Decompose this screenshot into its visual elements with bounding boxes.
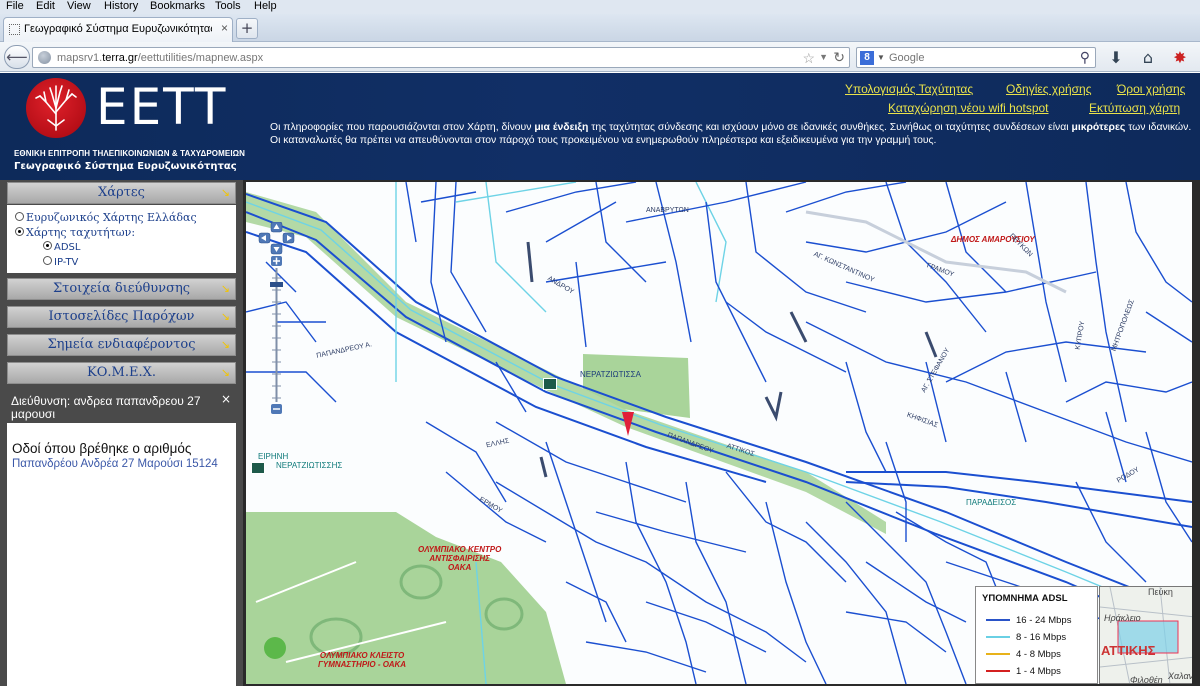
arrow-icon: ↘ (220, 338, 230, 351)
navigation-toolbar: ⟵ mapsrv1.terra.gr/eettutilities/mapnew.… (0, 42, 1200, 72)
legend-title: ΥΠΟΜΝΗΜΑ ADSL (982, 593, 1068, 604)
overview-label: ΑΤΤΙΚΗΣ (1101, 643, 1156, 658)
legend-item: 8 - 16 Mbps (986, 632, 1066, 643)
legend-item: 16 - 24 Mbps (986, 615, 1071, 626)
overview-label: Χαλαν (1168, 671, 1192, 681)
address-details-header[interactable]: Στοιχεία διεύθυνσης ↘ (7, 278, 236, 300)
logo-wordmark: EETT (96, 78, 228, 136)
home-icon[interactable]: ⌂ (1138, 48, 1158, 67)
search-input[interactable] (889, 50, 1069, 65)
back-button[interactable]: ⟵ (4, 45, 30, 69)
option-iptv[interactable]: IP-TV (43, 256, 78, 268)
address-result-link[interactable]: Παπανδρέου Ανδρέα 27 Μαρούσι 15124 (12, 458, 232, 471)
menu-file[interactable]: File (6, 0, 24, 13)
poi-oaka-tennis-center: ΟΛΥΜΠΙΑΚΟ ΚΕΝΤΡΟ ΑΝΤΙΣΦΑΙΡΙΣΗΣ ΟΑΚΑ (418, 545, 502, 572)
map-legend: ΥΠΟΜΝΗΜΑ ADSL 16 - 24 Mbps 8 - 16 Mbps 4… (975, 586, 1098, 684)
results-heading: Οδοί όπου βρέθηκε ο αριθμός (12, 441, 192, 456)
legend-item: 4 - 8 Mbps (986, 649, 1061, 660)
legend-swatch (986, 670, 1010, 673)
place-label-neratziotissis: ΝΕΡΑΤΖΙΩΤΙΣΣΗΣ (276, 461, 343, 470)
option-broadband-map[interactable]: Ευρυζωνικός Χάρτης Ελλάδας (15, 211, 197, 224)
provider-sites-header[interactable]: Ιστοσελίδες Παρόχων ↘ (7, 306, 236, 328)
radio-icon[interactable] (15, 212, 24, 221)
location-marker-icon[interactable] (622, 412, 634, 436)
menu-view[interactable]: View (67, 0, 91, 13)
legend-swatch (986, 653, 1010, 656)
overview-label: Φιλοθέη (1130, 675, 1163, 684)
legend-swatch (986, 619, 1010, 622)
maps-section-header[interactable]: Χάρτες ↘ (7, 182, 236, 204)
points-of-interest-header[interactable]: Σημεία ενδιαφέροντος ↘ (7, 334, 236, 356)
option-adsl[interactable]: ADSL (43, 241, 80, 253)
arrow-icon: ↘ (220, 366, 230, 379)
place-label-eirini: ΕΙΡΗΝΗ (258, 452, 289, 461)
place-label-paradeisos: ΠΑΡΑΔΕΙΣΟΣ (966, 498, 1017, 507)
addon-icon[interactable]: ✸ (1170, 48, 1190, 67)
org-name: ΕΘΝΙΚΗ ΕΠΙΤΡΟΠΗ ΤΗΛΕΠΙΚΟΙΝΩΝΙΩΝ & ΤΑΧΥΔΡ… (14, 149, 246, 158)
search-icon[interactable]: ⚲ (1080, 49, 1090, 66)
arrow-icon: ↘ (220, 310, 230, 323)
arrow-icon: ↘ (220, 282, 230, 295)
zoom-slider-handle[interactable] (270, 282, 283, 287)
history-dropdown-icon[interactable]: ▼ (819, 52, 828, 62)
map-frame: ΔΗΜΟΣ ΑΜΑΡΟΥΣΙΟΥ ΠΑΡΑΔΕΙΣΟΣ ΝΕΡΑΤΖΙΩΤΙΣΣ… (243, 180, 1200, 686)
url-bar[interactable]: mapsrv1.terra.gr/eettutilities/mapnew.as… (32, 47, 850, 68)
arrow-icon: ↘ (220, 186, 230, 199)
pan-zoom-control (256, 221, 298, 422)
legend-item: 1 - 4 Mbps (986, 666, 1061, 677)
tab-title: Γεωγραφικό Σύστημα Ευρυζωνικότητας ΕΕ... (24, 23, 212, 35)
system-name: Γεωγραφικό Σύστημα Ευρυζωνικότητας (14, 161, 237, 172)
menu-help[interactable]: Help (254, 0, 277, 13)
close-tab-icon[interactable]: × (221, 21, 228, 35)
browser-menubar: File Edit View History Bookmarks Tools H… (0, 0, 1200, 14)
legend-swatch (986, 636, 1010, 639)
park-icon (264, 637, 286, 659)
map-canvas[interactable]: ΔΗΜΟΣ ΑΜΑΡΟΥΣΙΟΥ ΠΑΡΑΔΕΙΣΟΣ ΝΕΡΑΤΖΙΩΤΙΣΣ… (246, 182, 1192, 684)
download-icon[interactable]: ⬇ (1106, 48, 1126, 67)
speed-calc-link[interactable]: Υπολογισμός Ταχύτητας (845, 82, 973, 96)
radio-icon[interactable] (43, 256, 52, 265)
bookmark-star-icon[interactable]: ☆ (802, 50, 815, 67)
url-text: mapsrv1.terra.gr/eettutilities/mapnew.as… (57, 52, 264, 64)
search-bar[interactable]: 8 ▼ ⚲ (856, 47, 1096, 68)
tab-strip: Γεωγραφικό Σύστημα Ευρυζωνικότητας ΕΕ...… (0, 14, 1200, 42)
chevron-down-icon[interactable]: ▼ (877, 53, 885, 62)
site-header: EETT ΕΘΝΙΚΗ ΕΠΙΤΡΟΠΗ ΤΗΛΕΠΙΚΟΙΝΩΝΙΩΝ & Τ… (0, 73, 1200, 180)
terms-link[interactable]: Όροι χρήσης (1117, 82, 1185, 96)
eett-tree-logo-icon (26, 78, 86, 138)
radio-selected-icon[interactable] (43, 241, 52, 250)
street-label: ΑΝΑΒΡΥΤΩΝ (646, 207, 689, 214)
overview-label: Πεύκη (1148, 587, 1173, 597)
station-label-neratziotissa: ΝΕΡΑΤΖΙΩΤΙΣΣΑ (580, 370, 641, 379)
google-engine-icon[interactable]: 8 (860, 51, 874, 65)
option-speed-map[interactable]: Χάρτης ταχυτήτων: (15, 226, 135, 239)
reload-icon[interactable]: ↻ (833, 49, 845, 66)
maps-options: Ευρυζωνικός Χάρτης Ελλάδας Χάρτης ταχυτή… (7, 205, 236, 273)
close-icon[interactable]: × (221, 392, 231, 406)
print-map-link[interactable]: Εκτύπωση χάρτη (1089, 101, 1180, 115)
overview-label: Ηράκλειο (1104, 613, 1141, 623)
menu-edit[interactable]: Edit (36, 0, 55, 13)
menu-history[interactable]: History (104, 0, 138, 13)
address-results-panel: Διεύθυνση: ανδρεα παπανδρεου 27 μαρουσι … (7, 391, 236, 686)
menu-bookmarks[interactable]: Bookmarks (150, 0, 205, 13)
radio-selected-icon[interactable] (15, 227, 24, 236)
metro-station-icon[interactable] (251, 462, 265, 474)
komex-header[interactable]: ΚΟ.Μ.Ε.Χ. ↘ (7, 362, 236, 384)
wifi-hotspot-link[interactable]: Καταχώρηση νέου wifi hotspot (888, 101, 1049, 115)
tab-active[interactable]: Γεωγραφικό Σύστημα Ευρυζωνικότητας ΕΕ...… (3, 17, 233, 42)
globe-icon (38, 51, 51, 64)
page-icon (9, 24, 20, 35)
metro-station-icon[interactable] (543, 378, 557, 390)
new-tab-button[interactable]: + (236, 18, 258, 39)
poi-oaka-gym: ΟΛΥΜΠΙΑΚΟ ΚΛΕΙΣΤΟ ΓΥΜΝΑΣΤΗΡΙΟ - ΟΑΚΑ (318, 651, 407, 669)
disclaimer-text: Οι πληροφορίες που παρουσιάζονται στον Χ… (270, 122, 1192, 146)
address-title: Διεύθυνση: ανδρεα παπανδρεου 27 μαρουσι (7, 391, 236, 423)
menu-tools[interactable]: Tools (215, 0, 241, 13)
overview-map[interactable]: Πεύκη Ηράκλειο ΑΤΤΙΚΗΣ Χαλαν Φιλοθέη (1099, 586, 1192, 684)
instructions-link[interactable]: Οδηγίες χρήσης (1006, 82, 1091, 96)
